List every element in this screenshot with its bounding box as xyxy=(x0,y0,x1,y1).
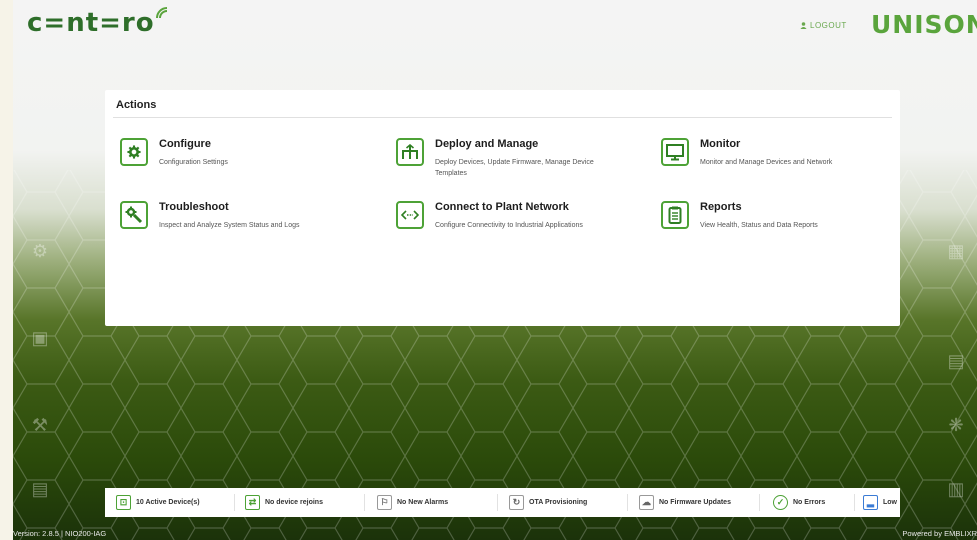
powered-by-text: Powered by EMBLIXR xyxy=(902,529,977,538)
status-label: OTA Provisioning xyxy=(529,499,588,506)
action-title: Connect to Plant Network xyxy=(435,201,569,213)
side-decor-icon: ▤ xyxy=(31,479,49,499)
side-decor-icon: ▦ xyxy=(947,241,965,261)
action-description: Configuration Settings xyxy=(159,159,228,166)
actions-card: Actions Configure Configuration Settings… xyxy=(105,90,900,326)
side-decor-icon: ⚒ xyxy=(31,415,49,435)
status-label: No Errors xyxy=(793,499,826,506)
side-decor-icon: ▣ xyxy=(31,328,49,348)
divider xyxy=(234,494,235,511)
side-decor-icon: ▤ xyxy=(947,351,965,371)
action-description: Monitor and Manage Devices and Network xyxy=(700,159,833,166)
actions-title: Actions xyxy=(116,99,157,111)
status-device-rejoins[interactable]: ⇄ No device rejoins xyxy=(245,488,323,517)
action-monitor[interactable]: Monitor Monitor and Manage Devices and N… xyxy=(661,138,900,168)
monitor-icon xyxy=(661,138,689,166)
action-description: Configure Connectivity to Industrial App… xyxy=(435,222,583,229)
centero-logo[interactable]: c=nt=ro xyxy=(27,7,167,38)
action-title: Reports xyxy=(700,201,742,213)
action-connect-plant-network[interactable]: Connect to Plant Network Configure Conne… xyxy=(396,201,635,231)
status-label: No device rejoins xyxy=(265,499,323,506)
action-description: Deploy Devices, Update Firmware, Manage … xyxy=(435,159,594,177)
action-deploy-manage[interactable]: Deploy and Manage Deploy Devices, Update… xyxy=(396,138,620,179)
gear-icon xyxy=(120,138,148,166)
divider xyxy=(627,494,628,511)
side-decor-icon: ❋ xyxy=(948,415,964,435)
status-label: No Firmware Updates xyxy=(659,499,731,506)
logout-label: LOGOUT xyxy=(810,21,847,30)
side-decor-icon: ▥ xyxy=(947,479,965,499)
wrench-gear-icon xyxy=(120,201,148,229)
check-circle-icon: ✓ xyxy=(773,495,788,510)
alarm-icon: ⚐ xyxy=(377,495,392,510)
action-title: Troubleshoot xyxy=(159,201,229,213)
status-active-devices[interactable]: ⊡ 10 Active Device(s) xyxy=(116,488,200,517)
action-reports[interactable]: Reports View Health, Status and Data Rep… xyxy=(661,201,900,231)
status-label: No New Alarms xyxy=(397,499,449,506)
action-troubleshoot[interactable]: Troubleshoot Inspect and Analyze System … xyxy=(120,201,359,231)
report-icon xyxy=(661,201,689,229)
unison-logo: UNISON xyxy=(871,10,977,39)
signal-icon: ▂ xyxy=(863,495,878,510)
divider xyxy=(497,494,498,511)
device-icon: ⊡ xyxy=(116,495,131,510)
action-description: Inspect and Analyze System Status and Lo… xyxy=(159,222,300,229)
action-title: Configure xyxy=(159,138,211,150)
side-decor-icon: ⚙ xyxy=(31,241,49,261)
connect-icon xyxy=(396,201,424,229)
status-label: 10 Active Device(s) xyxy=(136,499,200,506)
status-firmware-updates[interactable]: ☁ No Firmware Updates xyxy=(639,488,731,517)
divider xyxy=(854,494,855,511)
centero-logo-text: c=nt=ro xyxy=(27,8,155,38)
divider xyxy=(364,494,365,511)
status-ota-provisioning[interactable]: ↻ OTA Provisioning xyxy=(509,488,587,517)
divider xyxy=(759,494,760,511)
status-bar: ⊡ 10 Active Device(s) ⇄ No device rejoin… xyxy=(105,488,900,517)
app-frame: ⚙ ▣ ⚒ ▤ ▦ ▤ ❋ ▥ c=nt=ro LOGOUT UNISON Ac… xyxy=(13,0,977,540)
action-title: Monitor xyxy=(700,138,741,150)
version-text: Version: 2.8.5 | NIO200-IAG xyxy=(13,529,107,538)
action-title: Deploy and Manage xyxy=(435,138,539,150)
status-signal[interactable]: ▂ Low xyxy=(863,488,897,517)
divider xyxy=(113,117,892,118)
signal-arc-icon xyxy=(155,7,167,19)
deploy-icon xyxy=(396,138,424,166)
action-configure[interactable]: Configure Configuration Settings xyxy=(120,138,359,168)
cloud-icon: ☁ xyxy=(639,495,654,510)
status-errors[interactable]: ✓ No Errors xyxy=(773,488,825,517)
logout-button[interactable]: LOGOUT xyxy=(800,21,847,30)
rejoin-icon: ⇄ xyxy=(245,495,260,510)
user-icon xyxy=(800,22,807,29)
action-description: View Health, Status and Data Reports xyxy=(700,222,818,229)
status-label: Low xyxy=(883,499,897,506)
status-alarms[interactable]: ⚐ No New Alarms xyxy=(377,488,448,517)
ota-icon: ↻ xyxy=(509,495,524,510)
